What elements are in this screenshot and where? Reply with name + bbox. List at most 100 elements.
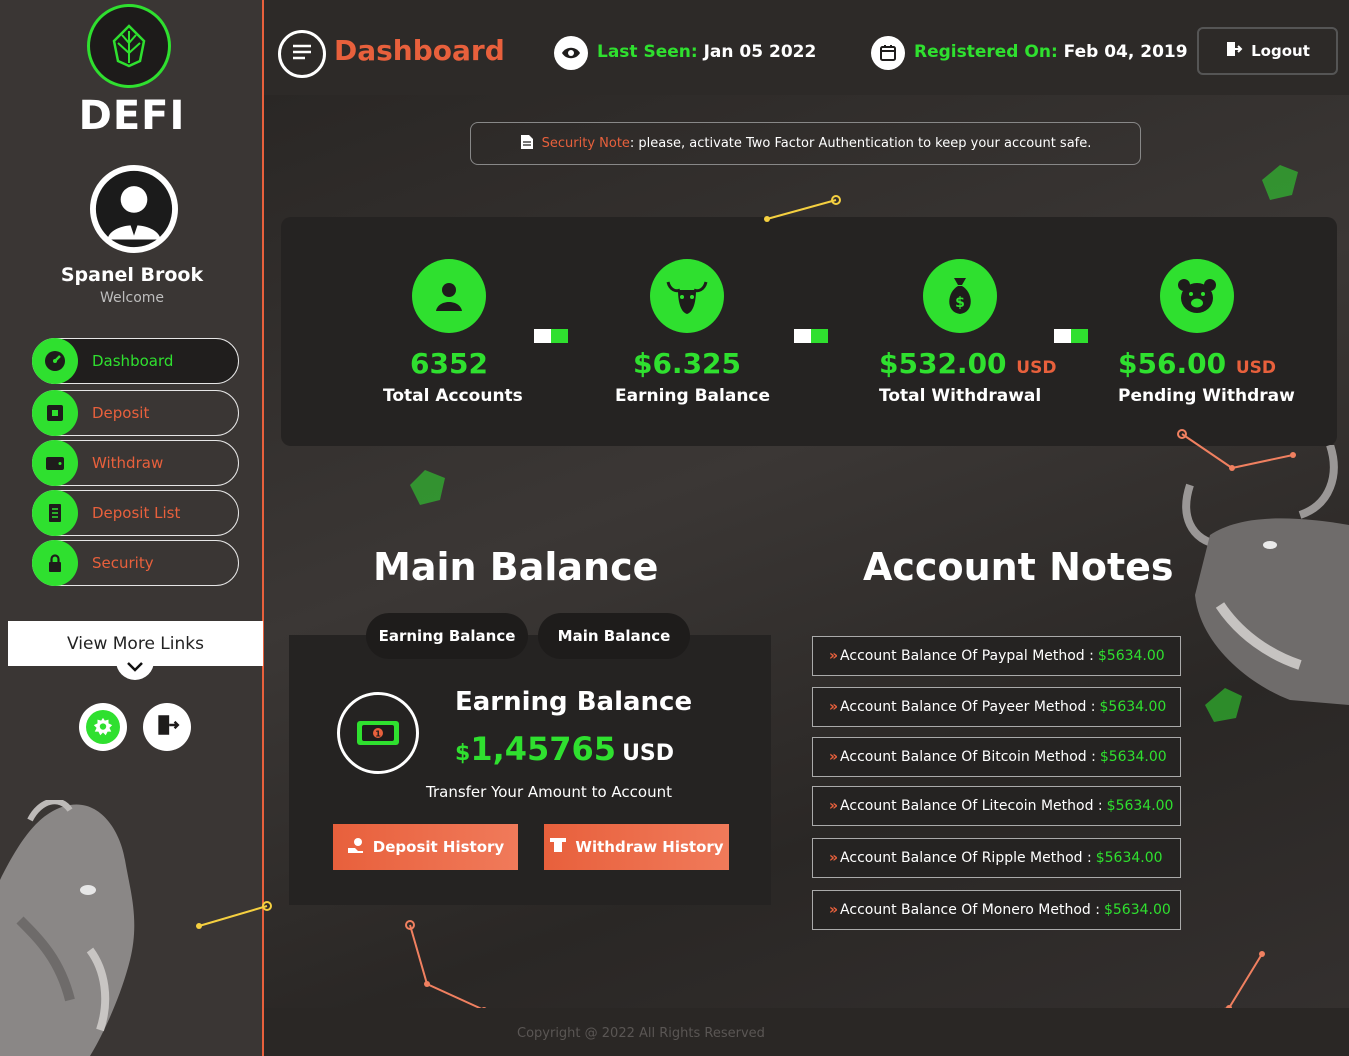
sidebar-item-dashboard[interactable]: Dashboard (32, 338, 239, 384)
withdraw-history-button[interactable]: Withdraw History (544, 824, 729, 870)
sidebar-item-deposit[interactable]: Deposit (32, 390, 239, 436)
chevron-right-icon: » (829, 648, 839, 664)
wallet-icon (32, 440, 78, 486)
bull-icon (650, 259, 724, 333)
sidebar: DEFI Spanel Brook Welcome Dashboard Depo… (0, 0, 264, 1056)
atm-icon (549, 836, 567, 858)
chevron-right-icon: » (829, 749, 839, 765)
account-note-row: » Account Balance Of Bitcoin Method : $5… (812, 737, 1181, 777)
tab-earning-balance[interactable]: Earning Balance (366, 613, 528, 659)
registered-on: Registered On: Feb 04, 2019 (914, 42, 1188, 62)
sidebar-item-label: Deposit List (92, 504, 181, 522)
stat-label: Total Accounts (383, 386, 523, 406)
note-label: Account Balance Of Payeer Method : (840, 699, 1096, 715)
bull-illustration (0, 800, 135, 1056)
brand-logo[interactable]: DEFI (76, 92, 188, 140)
chevron-down-icon[interactable] (116, 654, 154, 680)
note-label: Account Balance Of Paypal Method : (840, 648, 1094, 664)
bull-illustration (1182, 445, 1349, 705)
user-welcome: Welcome (99, 290, 165, 306)
note-amount: $5634.00 (1097, 648, 1165, 664)
stat-label: Earning Balance (615, 386, 771, 406)
chevron-right-icon: » (829, 699, 839, 715)
last-seen: Last Seen: Jan 05 2022 (597, 42, 816, 62)
sidebar-item-label: Security (92, 554, 154, 572)
account-note-row: » Account Balance Of Paypal Method : $56… (812, 636, 1181, 676)
note-amount: $5634.00 (1095, 850, 1163, 866)
sidebar-item-security[interactable]: Security (32, 540, 239, 586)
stat-label: Total Withdrawal (879, 386, 1042, 406)
page-title: Dashboard (334, 34, 505, 67)
last-seen-label: Last Seen: (597, 42, 698, 62)
speedometer-icon (32, 338, 78, 384)
note-amount: $5634.00 (1099, 699, 1167, 715)
stat-earning-balance: $6.325 Earning Balance (615, 259, 771, 406)
logout-icon (1225, 40, 1243, 62)
account-note-row: » Account Balance Of Payeer Method : $56… (812, 687, 1181, 727)
sidebar-item-withdraw[interactable]: Withdraw (32, 440, 239, 486)
exit-door-icon (154, 712, 180, 742)
money-bag-icon: $ (923, 259, 997, 333)
deposit-icon (32, 390, 78, 436)
calendar-icon (871, 36, 905, 70)
hand-coin-icon (347, 836, 365, 858)
account-note-row: » Account Balance Of Ripple Method : $56… (812, 838, 1181, 878)
account-notes-title: Account Notes (863, 545, 1174, 589)
note-label: Account Balance Of Ripple Method : (840, 850, 1092, 866)
stats-panel: 6352 Total Accounts $6.325 Earning Balan… (281, 217, 1337, 446)
stat-total-withdrawal: $ $532.00 USD Total Withdrawal (879, 259, 1057, 406)
logout-label: Logout (1251, 42, 1310, 60)
transfer-text: Transfer Your Amount to Account (426, 783, 672, 801)
cash-icon: 1 (337, 692, 419, 774)
top-bar: Dashboard Last Seen: Jan 05 2022 Registe… (264, 0, 1349, 95)
user-icon (412, 259, 486, 333)
logout-button[interactable]: Logout (1197, 27, 1338, 75)
gear-icon (86, 710, 120, 744)
stat-separator (794, 329, 828, 343)
sidebar-logout-button[interactable] (143, 703, 191, 751)
svg-text:1: 1 (375, 730, 381, 739)
note-label: Account Balance Of Monero Method : (840, 902, 1100, 918)
note-label: Account Balance Of Litecoin Method : (840, 798, 1103, 814)
note-amount: $5634.00 (1103, 902, 1171, 918)
brand-emblem-icon (87, 4, 171, 88)
eye-icon (554, 36, 588, 70)
list-icon (32, 490, 78, 536)
svg-text:$: $ (955, 295, 965, 311)
footer (264, 1008, 1349, 1056)
main-balance-title: Main Balance (373, 545, 659, 589)
registered-label: Registered On: (914, 42, 1058, 62)
stat-label: Pending Withdraw (1118, 386, 1295, 406)
document-icon (520, 134, 534, 154)
account-note-row: » Account Balance Of Litecoin Method : $… (812, 786, 1181, 826)
stat-value: 6352 (410, 347, 488, 380)
sidebar-item-deposit-list[interactable]: Deposit List (32, 490, 239, 536)
deposit-history-label: Deposit History (372, 838, 505, 856)
tab-main-balance[interactable]: Main Balance (538, 613, 690, 659)
note-label: Account Balance Of Bitcoin Method : (840, 749, 1096, 765)
deposit-history-button[interactable]: Deposit History (333, 824, 518, 870)
security-note-text: : please, activate Two Factor Authentica… (629, 136, 1092, 151)
balance-card-title: Earning Balance (455, 687, 693, 717)
sidebar-item-label: Withdraw (92, 454, 164, 472)
menu-icon (291, 43, 313, 65)
chevron-right-icon: » (829, 902, 839, 918)
lock-icon (32, 540, 78, 586)
chevron-right-icon: » (829, 798, 839, 814)
stat-separator (1054, 329, 1088, 343)
balance-amount: $1,45765 USD (455, 730, 675, 768)
menu-toggle-button[interactable] (278, 30, 326, 78)
stat-value: $6.325 (632, 347, 742, 380)
last-seen-value: Jan 05 2022 (703, 42, 817, 62)
note-amount: $5634.00 (1099, 749, 1167, 765)
sidebar-item-label: Deposit (92, 404, 150, 422)
avatar[interactable] (90, 165, 178, 253)
stat-pending-withdraw: $56.00 USD Pending Withdraw (1118, 259, 1295, 406)
settings-button[interactable] (79, 703, 127, 751)
security-note-banner: Security Note: please, activate Two Fact… (470, 122, 1141, 165)
note-amount: $5634.00 (1106, 798, 1174, 814)
user-name: Spanel Brook (60, 264, 204, 286)
registered-value: Feb 04, 2019 (1063, 42, 1188, 62)
stat-value: $532.00 USD (879, 347, 1057, 380)
account-note-row: » Account Balance Of Monero Method : $56… (812, 890, 1181, 930)
